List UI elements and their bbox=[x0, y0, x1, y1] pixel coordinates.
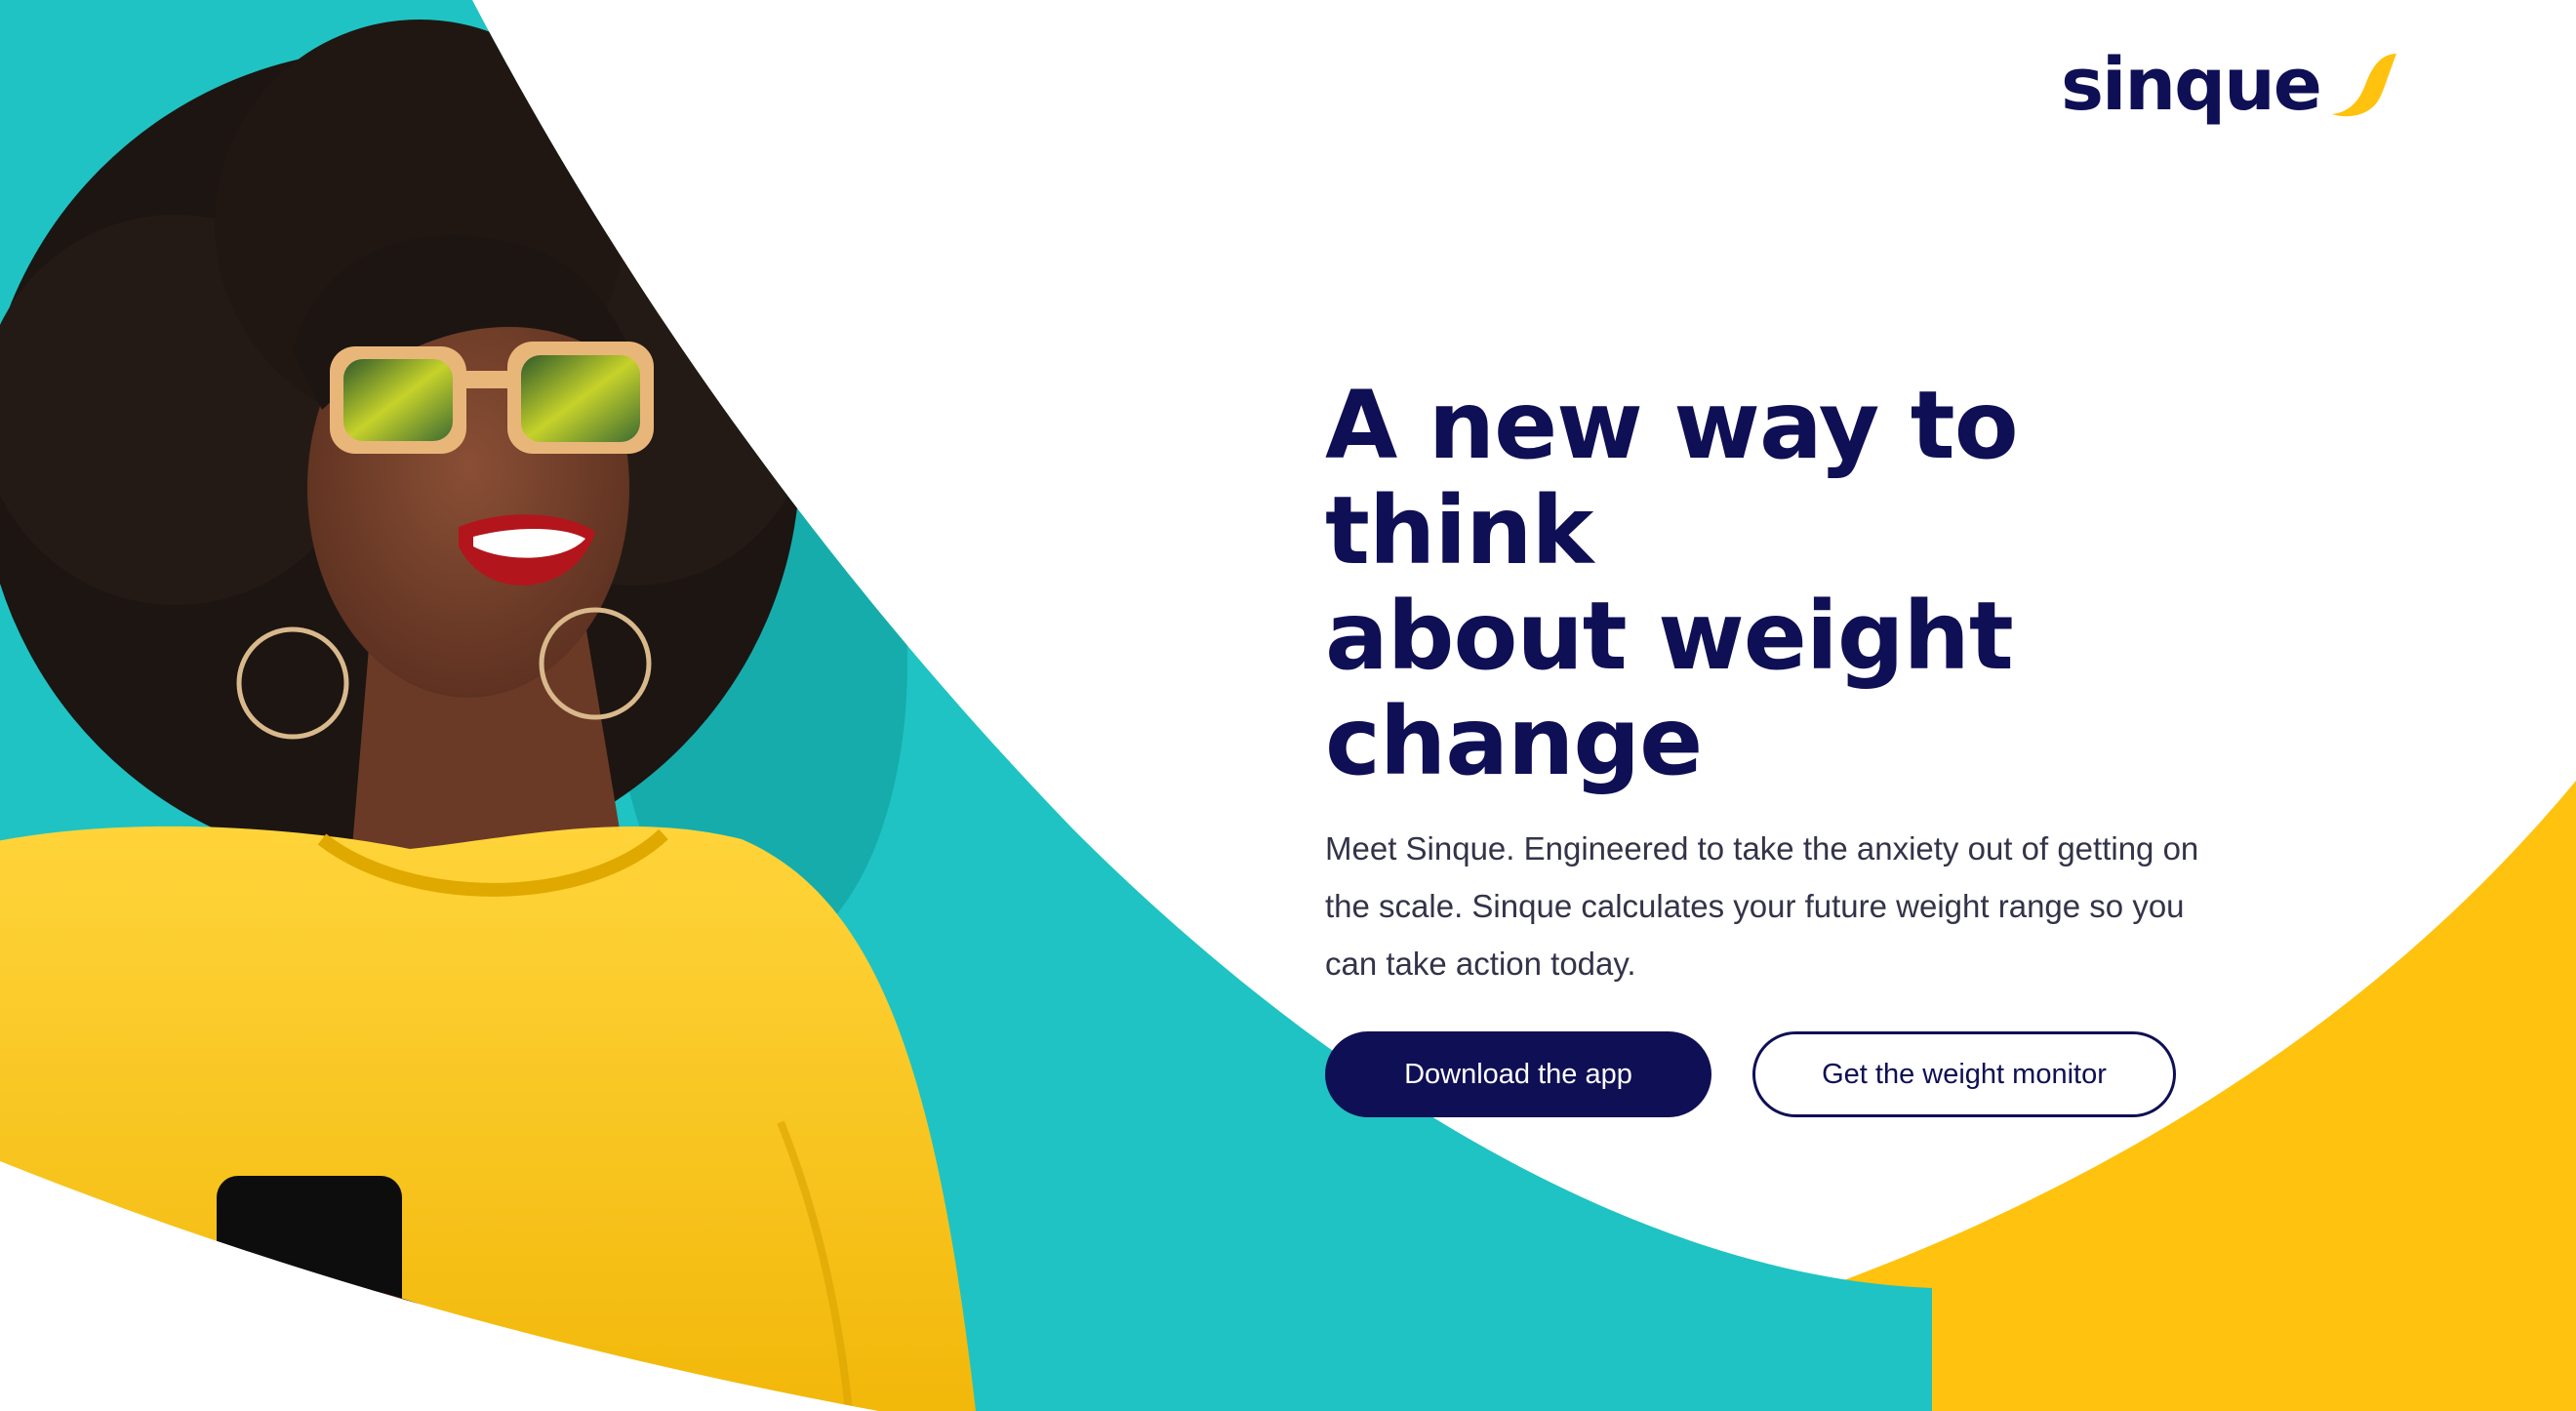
headline-line-2: about weight change bbox=[1325, 582, 2014, 796]
hero-headline: A new way to think about weight change bbox=[1325, 373, 2262, 794]
cta-group: Download the app Get the weight monitor bbox=[1325, 1031, 2262, 1117]
get-weight-monitor-button[interactable]: Get the weight monitor bbox=[1752, 1031, 2176, 1117]
brand-wordmark: sinque bbox=[2061, 43, 2322, 127]
landing-page: sinque A new way to think about weight c… bbox=[0, 0, 2576, 1411]
sinque-swoosh-icon bbox=[2331, 54, 2396, 117]
hero-description: Meet Sinque. Engineered to take the anxi… bbox=[1325, 830, 2199, 982]
brand-logo[interactable]: sinque bbox=[2061, 41, 2404, 129]
headline-line-1: A new way to think bbox=[1325, 371, 2019, 585]
download-app-button[interactable]: Download the app bbox=[1325, 1031, 1711, 1117]
hero-section: A new way to think about weight change M… bbox=[1325, 373, 2262, 1117]
